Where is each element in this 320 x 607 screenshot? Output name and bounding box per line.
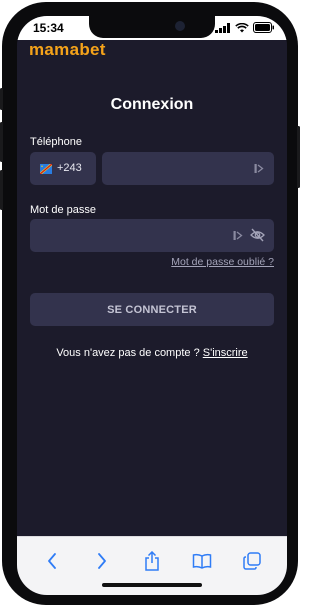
back-button[interactable] — [40, 549, 64, 573]
tabs-button[interactable] — [240, 549, 264, 573]
signal-icon — [215, 22, 230, 33]
status-bar: 15:34 — [17, 16, 287, 40]
phone-input[interactable] — [102, 152, 274, 185]
share-icon — [145, 551, 159, 571]
status-time: 15:34 — [33, 21, 64, 35]
bookmarks-icon — [192, 553, 212, 569]
volume-up-button — [0, 122, 3, 162]
bookmarks-button[interactable] — [190, 549, 214, 573]
signup-link[interactable]: S'inscrire — [203, 347, 248, 359]
wifi-icon — [235, 22, 249, 32]
eye-off-icon[interactable] — [250, 228, 265, 242]
country-code: +243 — [57, 162, 82, 174]
browser-toolbar — [17, 536, 287, 595]
app-header: mamabet — [17, 40, 287, 66]
share-button[interactable] — [140, 549, 164, 573]
volume-down-button — [0, 170, 3, 210]
country-code-select[interactable]: +243 — [30, 152, 96, 185]
home-indicator[interactable] — [102, 583, 202, 587]
notch — [89, 16, 215, 38]
forward-icon — [98, 553, 106, 569]
page-title: Connexion — [110, 96, 194, 113]
no-account-text: Vous n'avez pas de compte ? — [56, 347, 200, 359]
login-form: Connexion Téléphone +243 Mot de passe Mo… — [17, 66, 287, 536]
password-input[interactable] — [30, 219, 274, 252]
signup-prompt: Vous n'avez pas de compte ? S'inscrire — [17, 347, 287, 359]
phone-frame: 15:34 mamabet Connexion Téléphone +243 M… — [2, 2, 298, 605]
forgot-password-link[interactable]: Mot de passe oublié ? — [171, 256, 274, 268]
screen: 15:34 mamabet Connexion Téléphone +243 M… — [17, 16, 287, 595]
camera-icon — [175, 21, 185, 31]
forward-button[interactable] — [90, 549, 114, 573]
back-icon — [48, 553, 56, 569]
battery-icon — [253, 22, 274, 33]
drc-flag-icon — [40, 164, 52, 174]
power-button — [297, 126, 300, 188]
status-icons — [215, 22, 275, 33]
paste-icon[interactable] — [233, 230, 243, 241]
silent-switch — [0, 88, 3, 110]
password-label: Mot de passe — [30, 204, 97, 216]
phone-label: Téléphone — [30, 136, 82, 148]
paste-icon[interactable] — [254, 163, 264, 174]
logo[interactable]: mamabet — [29, 40, 106, 60]
tabs-icon — [243, 552, 261, 570]
login-button[interactable]: SE CONNECTER — [30, 293, 274, 326]
